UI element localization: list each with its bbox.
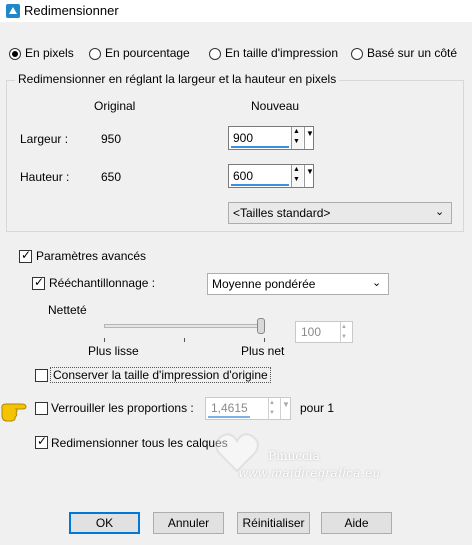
height-original-value: 650 bbox=[101, 170, 122, 184]
help-button[interactable]: Aide bbox=[321, 512, 392, 534]
window-title: Redimensionner bbox=[24, 3, 119, 18]
height-underline bbox=[231, 184, 289, 186]
spin-down-icon[interactable]: ▼ bbox=[293, 175, 300, 185]
ratio-spin-buttons[interactable]: ▲ ▼ bbox=[268, 398, 280, 419]
resample-label[interactable]: Rééchantillonnage : bbox=[49, 276, 155, 290]
height-label: Hauteur : bbox=[20, 170, 70, 184]
radio-en-pixels[interactable] bbox=[9, 48, 21, 60]
width-unit-dropdown-icon[interactable]: ▼ bbox=[304, 127, 315, 149]
slider-tick bbox=[184, 338, 185, 342]
width-spinner[interactable]: 900 ▲ ▼ ▼ bbox=[228, 126, 314, 150]
width-value[interactable]: 900 bbox=[233, 131, 253, 145]
sharpness-value: 100 bbox=[301, 325, 322, 339]
height-value[interactable]: 600 bbox=[233, 169, 253, 183]
ratio-underline bbox=[208, 416, 250, 418]
radio-en-pourcentage-label[interactable]: En pourcentage bbox=[105, 46, 190, 60]
radio-base-sur-un-cote[interactable] bbox=[351, 48, 363, 60]
pointing-hand-icon bbox=[0, 400, 30, 429]
app-icon bbox=[6, 4, 20, 18]
height-spinner[interactable]: 600 ▲ ▼ ▼ bbox=[228, 164, 314, 188]
sharpness-label: Netteté bbox=[48, 303, 87, 317]
ratio-spinner[interactable]: 1,4615 ▲ ▼ ▼ bbox=[205, 397, 291, 420]
standard-sizes-select[interactable]: <Tailles standard> ⌄ bbox=[228, 202, 452, 224]
ratio-suffix: pour 1 bbox=[300, 401, 335, 415]
spin-up-icon[interactable]: ▲ bbox=[269, 398, 280, 408]
radio-taille-impression[interactable] bbox=[209, 48, 221, 60]
chevron-down-icon[interactable]: ⌄ bbox=[372, 276, 381, 289]
spin-up-icon[interactable]: ▲ bbox=[293, 165, 300, 175]
width-spin-buttons[interactable]: ▲ ▼ bbox=[291, 127, 303, 149]
radio-en-pixels-label[interactable]: En pixels bbox=[25, 46, 74, 60]
slider-tick bbox=[104, 338, 105, 342]
spin-up-icon[interactable]: ▲ bbox=[341, 322, 353, 332]
column-original: Original bbox=[94, 99, 136, 113]
sharpness-spin-buttons[interactable]: ▲ ▼ bbox=[340, 322, 353, 342]
height-spin-buttons[interactable]: ▲ ▼ bbox=[291, 165, 303, 187]
sharpness-slider-thumb[interactable] bbox=[257, 318, 265, 334]
advanced-settings-label[interactable]: Paramètres avancés bbox=[36, 249, 146, 263]
check-icon: ✓ bbox=[37, 434, 48, 448]
width-label: Largeur : bbox=[20, 132, 69, 146]
resize-all-layers-label[interactable]: Redimensionner tous les calques bbox=[51, 436, 228, 450]
column-nouveau: Nouveau bbox=[251, 99, 300, 113]
resample-checkbox[interactable]: ✓ bbox=[32, 275, 45, 290]
keep-print-size-label[interactable]: Conserver la taille d'impression d'origi… bbox=[50, 367, 271, 383]
pixel-group-title: Redimensionner en réglant la largeur et … bbox=[15, 72, 340, 86]
standard-sizes-value: <Tailles standard> bbox=[233, 206, 331, 220]
check-icon: ✓ bbox=[34, 275, 45, 289]
keep-print-size-checkbox[interactable] bbox=[35, 369, 48, 382]
cancel-button[interactable]: Annuler bbox=[153, 512, 224, 534]
resample-method-select[interactable]: Moyenne pondérée ⌄ bbox=[207, 273, 389, 295]
ok-button[interactable]: OK bbox=[69, 512, 140, 534]
resample-method-value: Moyenne pondérée bbox=[212, 277, 316, 291]
resize-all-layers-checkbox[interactable]: ✓ bbox=[35, 434, 48, 449]
spin-up-icon[interactable]: ▲ bbox=[293, 127, 300, 137]
height-unit-dropdown-icon[interactable]: ▼ bbox=[304, 165, 315, 187]
lock-proportions-checkbox[interactable] bbox=[35, 402, 48, 415]
radio-en-pourcentage[interactable] bbox=[89, 48, 101, 60]
radio-taille-impression-label[interactable]: En taille d'impression bbox=[225, 46, 338, 60]
radio-base-sur-un-cote-label[interactable]: Basé sur un côté bbox=[367, 46, 457, 60]
sharpness-slider-track[interactable] bbox=[104, 324, 264, 328]
ratio-value: 1,4615 bbox=[211, 401, 248, 415]
slider-tick bbox=[264, 338, 265, 342]
watermark-url: www.maidiregrafica.eu bbox=[239, 466, 381, 480]
width-original-value: 950 bbox=[101, 132, 122, 146]
spin-down-icon[interactable]: ▼ bbox=[269, 408, 280, 418]
advanced-settings-checkbox[interactable]: ✓ bbox=[19, 248, 32, 263]
spin-down-icon[interactable]: ▼ bbox=[293, 137, 300, 147]
watermark-name: Pinuccia bbox=[268, 449, 320, 463]
sharpness-value-field[interactable]: 100 ▲ ▼ bbox=[295, 321, 353, 343]
sharpness-min-label: Plus lisse bbox=[88, 344, 139, 358]
check-icon: ✓ bbox=[21, 248, 32, 262]
width-underline bbox=[231, 146, 289, 148]
sharpness-max-label: Plus net bbox=[241, 344, 285, 358]
reset-button[interactable]: Réinitialiser bbox=[237, 512, 310, 534]
lock-proportions-label[interactable]: Verrouiller les proportions : bbox=[51, 401, 194, 415]
ratio-dropdown-icon[interactable]: ▼ bbox=[280, 398, 291, 419]
chevron-down-icon[interactable]: ⌄ bbox=[435, 205, 444, 218]
spin-down-icon[interactable]: ▼ bbox=[341, 332, 353, 342]
